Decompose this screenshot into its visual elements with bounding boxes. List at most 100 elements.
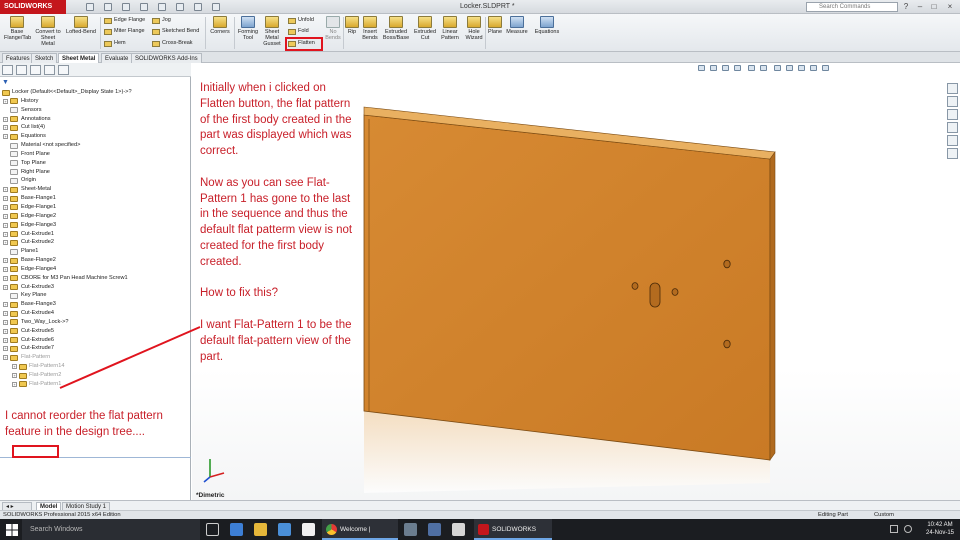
- taskbar-app-solidworks[interactable]: SOLIDWORKS Profe...: [474, 519, 552, 540]
- tree-item[interactable]: + Cut-Extrude7: [0, 344, 191, 353]
- pinned-app-icon[interactable]: [428, 523, 441, 536]
- no-bends-button[interactable]: No Bends: [324, 16, 342, 41]
- taskbar-app-chrome[interactable]: Welcome | SOLIDW...: [322, 519, 398, 540]
- tree-item[interactable]: Top Plane: [0, 159, 191, 168]
- tree-root-locker[interactable]: Locker (Default<<Default>_Display State …: [0, 88, 191, 97]
- expand-toggle-icon[interactable]: +: [3, 231, 8, 237]
- rip-button[interactable]: Rip: [345, 16, 359, 35]
- tree-item[interactable]: + Annotations: [0, 115, 191, 124]
- tree-item[interactable]: + Cut-Extrude6: [0, 336, 191, 345]
- file-explorer-icon[interactable]: [254, 523, 267, 536]
- tree-item[interactable]: Sensors: [0, 106, 191, 115]
- tree-item[interactable]: + Cut list(4): [0, 123, 191, 132]
- configuration-tab-icon[interactable]: [30, 65, 41, 75]
- unfold-button[interactable]: Unfold: [288, 17, 314, 24]
- tree-item-flat-pattern[interactable]: + Flat-Pattern1: [0, 380, 191, 389]
- tree-item[interactable]: + Flat-Pattern: [0, 353, 191, 362]
- jog-button[interactable]: Jog: [152, 17, 171, 24]
- base-flange-button[interactable]: Base Flange/Tab: [4, 16, 31, 41]
- expand-toggle-icon[interactable]: +: [3, 116, 8, 122]
- expand-toggle-icon[interactable]: +: [3, 125, 8, 131]
- new-icon[interactable]: [86, 3, 94, 11]
- task-view-icon[interactable]: [206, 523, 219, 536]
- expand-toggle-icon[interactable]: +: [3, 319, 8, 325]
- expand-toggle-icon[interactable]: +: [3, 337, 8, 343]
- expand-toggle-icon[interactable]: +: [3, 302, 8, 308]
- feature-tree-tab-icon[interactable]: [2, 65, 13, 75]
- tab-solidworks-add-ins[interactable]: SOLIDWORKS Add-Ins: [131, 53, 202, 63]
- display-tab-icon[interactable]: [58, 65, 69, 75]
- expand-toggle-icon[interactable]: +: [3, 275, 8, 281]
- options-icon[interactable]: [212, 3, 220, 11]
- forming-tool-button[interactable]: Forming Tool: [236, 16, 260, 41]
- expand-toggle-icon[interactable]: +: [3, 284, 8, 290]
- expand-toggle-icon[interactable]: +: [3, 98, 8, 104]
- linear-pattern-button[interactable]: Linear Pattern: [438, 16, 462, 41]
- tree-item[interactable]: Plane1: [0, 247, 191, 256]
- tree-item[interactable]: + Sheet-Metal: [0, 185, 191, 194]
- tree-item[interactable]: Front Plane: [0, 150, 191, 159]
- expand-toggle-icon[interactable]: +: [12, 381, 17, 387]
- select-icon[interactable]: [176, 3, 184, 11]
- tab-evaluate[interactable]: Evaluate: [101, 53, 133, 63]
- save-icon[interactable]: [122, 3, 130, 11]
- extruded-cut-button[interactable]: Extruded Cut: [413, 16, 437, 41]
- tree-item[interactable]: + Cut-Extrude2: [0, 238, 191, 247]
- equations-button[interactable]: Equations: [532, 16, 562, 35]
- tab-features[interactable]: Features: [2, 53, 34, 63]
- expand-toggle-icon[interactable]: +: [3, 240, 8, 246]
- hole-wizard-button[interactable]: Hole Wizard: [463, 16, 485, 41]
- fold-button[interactable]: Fold: [288, 28, 309, 35]
- dimxpert-tab-icon[interactable]: [44, 65, 55, 75]
- tree-item[interactable]: Key Plane: [0, 291, 191, 300]
- expand-toggle-icon[interactable]: +: [3, 346, 8, 352]
- tree-item[interactable]: + Base-Flange2: [0, 256, 191, 265]
- tab-sheet-metal[interactable]: Sheet Metal: [58, 53, 100, 63]
- graphics-area[interactable]: Initially when i clicked on Flatten butt…: [192, 63, 960, 500]
- rebuild-icon[interactable]: [194, 3, 202, 11]
- edge-browser-icon[interactable]: [230, 523, 243, 536]
- hem-button[interactable]: Hem: [104, 40, 126, 47]
- solidworks-logo[interactable]: SOLIDWORKS: [0, 0, 66, 14]
- expand-toggle-icon[interactable]: +: [3, 134, 8, 140]
- pinned-app-icon[interactable]: [404, 523, 417, 536]
- tree-item[interactable]: + Cut-Extrude4: [0, 309, 191, 318]
- tree-item[interactable]: + History: [0, 97, 191, 106]
- tree-item[interactable]: Origin: [0, 176, 191, 185]
- corners-button[interactable]: Corners: [208, 16, 232, 35]
- search-commands-input[interactable]: Search Commands: [806, 2, 898, 12]
- calculator-icon[interactable]: [302, 523, 315, 536]
- help-button[interactable]: ?: [900, 2, 912, 12]
- convert-to-sheet-metal-button[interactable]: Convert to Sheet Metal: [34, 16, 62, 47]
- tree-item[interactable]: + Edge-Flange3: [0, 221, 191, 230]
- expand-toggle-icon[interactable]: +: [3, 328, 8, 334]
- close-button[interactable]: ×: [944, 2, 956, 12]
- tree-item-flat-pattern[interactable]: + Flat-Pattern14: [0, 362, 191, 371]
- taskbar-clock[interactable]: 10:42 AM 24-Nov-15: [926, 522, 954, 537]
- insert-bends-button[interactable]: Insert Bends: [360, 16, 380, 41]
- tree-item[interactable]: + Cut-Extrude5: [0, 327, 191, 336]
- tree-item-flat-pattern[interactable]: + Flat-Pattern2: [0, 371, 191, 380]
- expand-toggle-icon[interactable]: +: [3, 222, 8, 228]
- tray-volume-icon[interactable]: [904, 525, 912, 533]
- undo-icon[interactable]: [158, 3, 166, 11]
- lofted-bend-button[interactable]: Lofted-Bend: [64, 16, 98, 35]
- extruded-boss-button[interactable]: Extruded Boss/Base: [381, 16, 411, 41]
- filter-icon[interactable]: ▼: [2, 79, 9, 86]
- expand-toggle-icon[interactable]: +: [3, 187, 8, 193]
- expand-toggle-icon[interactable]: +: [3, 196, 8, 202]
- tray-network-icon[interactable]: [890, 525, 898, 533]
- tree-item[interactable]: + Base-Flange3: [0, 300, 191, 309]
- tree-item[interactable]: + Edge-Flange2: [0, 212, 191, 221]
- maximize-button[interactable]: □: [928, 2, 940, 12]
- expand-toggle-icon[interactable]: +: [3, 258, 8, 264]
- tree-item[interactable]: Right Plane: [0, 168, 191, 177]
- miter-flange-button[interactable]: Miter Flange: [104, 28, 145, 35]
- tab-sketch[interactable]: Sketch: [31, 53, 58, 63]
- expand-toggle-icon[interactable]: +: [3, 311, 8, 317]
- minimize-button[interactable]: –: [914, 2, 926, 12]
- edge-flange-button[interactable]: Edge Flange: [104, 17, 145, 24]
- property-manager-tab-icon[interactable]: [16, 65, 27, 75]
- store-icon[interactable]: [278, 523, 291, 536]
- tree-item[interactable]: + Edge-Flange1: [0, 203, 191, 212]
